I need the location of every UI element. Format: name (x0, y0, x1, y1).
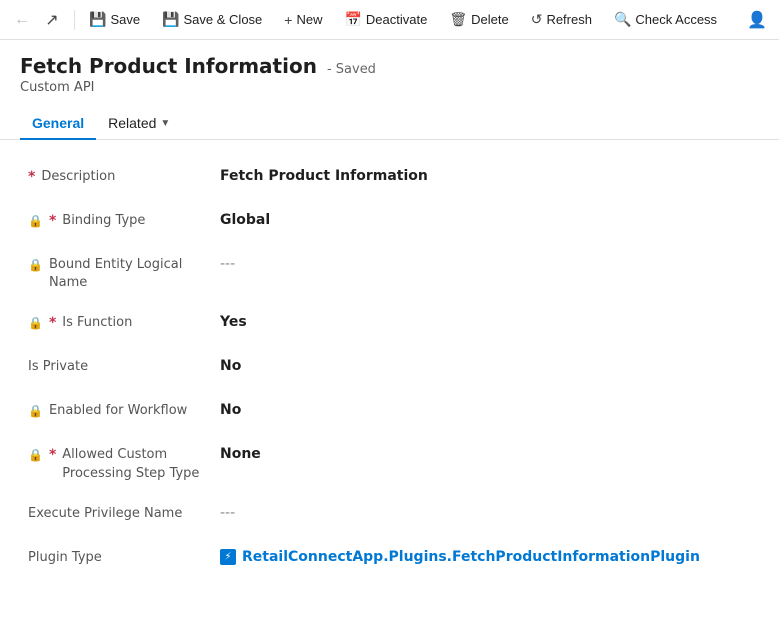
deactivate-label: Deactivate (366, 12, 427, 27)
save-icon: 💾 (89, 11, 106, 28)
tabs-bar: General Related ▼ (0, 107, 779, 140)
label-text-is_private: Is Private (28, 358, 220, 376)
lock-icon: 🔒 (28, 403, 43, 420)
save-close-button[interactable]: 💾 Save & Close (152, 5, 272, 35)
plugin-type-icon (220, 549, 236, 565)
user-profile-button[interactable]: 👤 (743, 6, 771, 34)
field-label-is_function: 🔒 * Is Function (20, 312, 220, 334)
user-icon: 👤 (747, 10, 767, 30)
saved-status: - Saved (327, 62, 376, 77)
page-title: Fetch Product Information (20, 54, 317, 78)
lock-icon: 🔒 (28, 315, 43, 332)
field-label-bound_entity_logical_name: 🔒 Bound Entity Logical Name (20, 254, 220, 292)
label-text-enabled_for_workflow: Enabled for Workflow (49, 402, 220, 420)
field-label-allowed_custom_processing_step_type: 🔒 * Allowed Custom Processing Step Type (20, 444, 220, 482)
chevron-down-icon: ▼ (160, 118, 170, 129)
new-icon: + (284, 12, 292, 28)
lock-icon: 🔒 (28, 213, 43, 230)
deactivate-button[interactable]: 📅 Deactivate (334, 5, 437, 35)
page-header: Fetch Product Information - Saved Custom… (0, 40, 779, 95)
field-value-enabled_for_workflow: No (220, 400, 759, 418)
field-row-enabled_for_workflow: 🔒 Enabled for WorkflowNo (20, 390, 759, 434)
label-text-bound_entity_logical_name: Bound Entity Logical Name (49, 256, 220, 292)
field-label-enabled_for_workflow: 🔒 Enabled for Workflow (20, 400, 220, 420)
refresh-icon: ↺ (531, 11, 543, 28)
save-label: Save (110, 12, 140, 27)
label-text-description: Description (41, 168, 220, 186)
save-close-icon: 💾 (162, 11, 179, 28)
delete-button[interactable]: 🗑 Delete (439, 5, 518, 35)
field-value-is_function: Yes (220, 312, 759, 330)
field-value-text-plugin_type: RetailConnectApp.Plugins.FetchProductInf… (242, 549, 700, 565)
tab-general[interactable]: General (20, 107, 96, 139)
delete-icon: 🗑 (449, 11, 467, 28)
field-row-is_function: 🔒 * Is FunctionYes (20, 302, 759, 346)
field-row-description: * DescriptionFetch Product Information (20, 156, 759, 200)
label-text-is_function: Is Function (62, 314, 220, 332)
check-access-icon: 🔍 (614, 11, 631, 28)
toolbar-separator-1 (74, 10, 75, 30)
field-row-plugin_type: Plugin Type RetailConnectApp.Plugins.Fetc… (20, 537, 759, 581)
nav-buttons: ← ↗ (8, 6, 66, 34)
back-button[interactable]: ← (8, 6, 36, 34)
field-row-binding_type: 🔒 * Binding TypeGlobal (20, 200, 759, 244)
new-label: New (296, 12, 322, 27)
field-value-description: Fetch Product Information (220, 166, 759, 184)
label-text-binding_type: Binding Type (62, 212, 220, 230)
field-value-bound_entity_logical_name: --- (220, 254, 759, 272)
form-content: * DescriptionFetch Product Information 🔒 * B… (0, 140, 779, 597)
tab-related[interactable]: Related ▼ (96, 107, 182, 139)
field-value-binding_type: Global (220, 210, 759, 228)
required-indicator-allowed_custom_processing_step_type: * (49, 446, 56, 466)
forward-button[interactable]: ↗ (38, 6, 66, 34)
tab-general-label: General (32, 115, 84, 131)
toolbar: ← ↗ 💾 Save 💾 Save & Close + New 📅 Deacti… (0, 0, 779, 40)
required-indicator-is_function: * (49, 314, 56, 334)
lock-icon: 🔒 (28, 447, 43, 464)
field-row-bound_entity_logical_name: 🔒 Bound Entity Logical Name--- (20, 244, 759, 302)
label-text-allowed_custom_processing_step_type: Allowed Custom Processing Step Type (62, 446, 220, 482)
required-indicator-description: * (28, 168, 35, 188)
lock-icon: 🔒 (28, 257, 43, 274)
field-row-execute_privilege_name: Execute Privilege Name--- (20, 493, 759, 537)
delete-label: Delete (471, 12, 509, 27)
field-label-is_private: Is Private (20, 356, 220, 376)
save-close-label: Save & Close (184, 12, 263, 27)
deactivate-icon: 📅 (344, 11, 361, 28)
field-label-description: * Description (20, 166, 220, 188)
label-text-plugin_type: Plugin Type (28, 549, 220, 567)
field-label-execute_privilege_name: Execute Privilege Name (20, 503, 220, 523)
field-row-allowed_custom_processing_step_type: 🔒 * Allowed Custom Processing Step TypeNon… (20, 434, 759, 492)
page-subtitle: Custom API (20, 80, 759, 95)
refresh-label: Refresh (546, 12, 592, 27)
field-value-is_private: No (220, 356, 759, 374)
refresh-button[interactable]: ↺ Refresh (521, 5, 602, 35)
check-access-button[interactable]: 🔍 Check Access (604, 5, 727, 35)
page-title-row: Fetch Product Information - Saved (20, 54, 759, 78)
field-value-allowed_custom_processing_step_type: None (220, 444, 759, 462)
field-value-plugin_type[interactable]: RetailConnectApp.Plugins.FetchProductInf… (220, 547, 759, 565)
field-label-plugin_type: Plugin Type (20, 547, 220, 567)
tab-related-label: Related (108, 115, 156, 131)
field-row-is_private: Is PrivateNo (20, 346, 759, 390)
field-label-binding_type: 🔒 * Binding Type (20, 210, 220, 232)
field-value-execute_privilege_name: --- (220, 503, 759, 521)
save-button[interactable]: 💾 Save (79, 5, 150, 35)
new-button[interactable]: + New (274, 5, 332, 35)
required-indicator-binding_type: * (49, 212, 56, 232)
check-access-label: Check Access (635, 12, 717, 27)
label-text-execute_privilege_name: Execute Privilege Name (28, 505, 220, 523)
